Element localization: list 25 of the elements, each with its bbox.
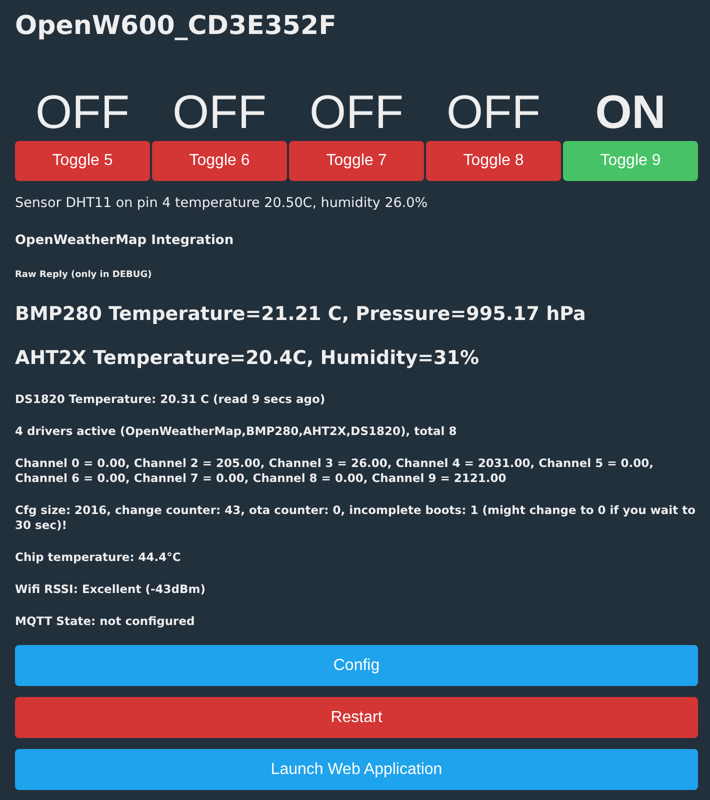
relay-state: OFF [36, 88, 130, 136]
section-heading: OpenWeatherMap Integration [15, 232, 235, 250]
status-text: Cfg size: 2016, change counter: 43, ota counter: 0, incomplete boots: 1 (might change to 0 if you wait to 30 sec)! [15, 503, 697, 534]
relay-state: OFF [446, 88, 540, 136]
relay-state: ON [595, 88, 666, 136]
page-title: OpenW600_CD3E352F [15, 10, 338, 42]
toggle-button[interactable]: Toggle 5 [15, 141, 150, 181]
toggle-button[interactable]: Toggle 6 [152, 141, 287, 181]
status-text: Chip temperature: 44.4°C [15, 550, 182, 566]
status-text: DS1820 Temperature: 20.31 C (read 9 secs ago) [15, 392, 326, 408]
sensor-reading: AHT2X Temperature=20.4C, Humidity=31% [15, 346, 480, 370]
debug-note: Raw Reply (only in DEBUG) [15, 268, 153, 282]
relay-state: OFF [172, 88, 266, 136]
toggle-button[interactable]: Toggle 7 [289, 141, 424, 181]
action-button[interactable]: Launch Web Application [15, 749, 698, 790]
status-text: Channel 0 = 0.00, Channel 2 = 205.00, Channel 3 = 26.00, Channel 4 = 2031.00, Channel 5 = 0.00, Channel 6 = 0.00, Channel 7 = 0.00, Channel 8 = 0.00, Channel 9 = 2121.00 [15, 456, 654, 486]
sensor-reading: Sensor DHT11 on pin 4 temperature 20.50C, humidity 26.0% [15, 194, 429, 213]
restart-button[interactable]: Restart [15, 697, 698, 738]
status-text: 4 drivers active (OpenWeatherMap,BMP280,AHT2X,DS1820), total 8 [15, 424, 458, 440]
status-text: MQTT State: not configured [15, 614, 196, 630]
relay-state: OFF [310, 88, 404, 136]
action-button[interactable]: Config [15, 645, 698, 686]
sensor-reading: BMP280 Temperature=21.21 C, Pressure=995.17 hPa [15, 302, 587, 326]
toggle-button[interactable]: Toggle 8 [426, 141, 561, 181]
status-text: Wifi RSSI: Excellent (-43dBm) [15, 582, 206, 598]
